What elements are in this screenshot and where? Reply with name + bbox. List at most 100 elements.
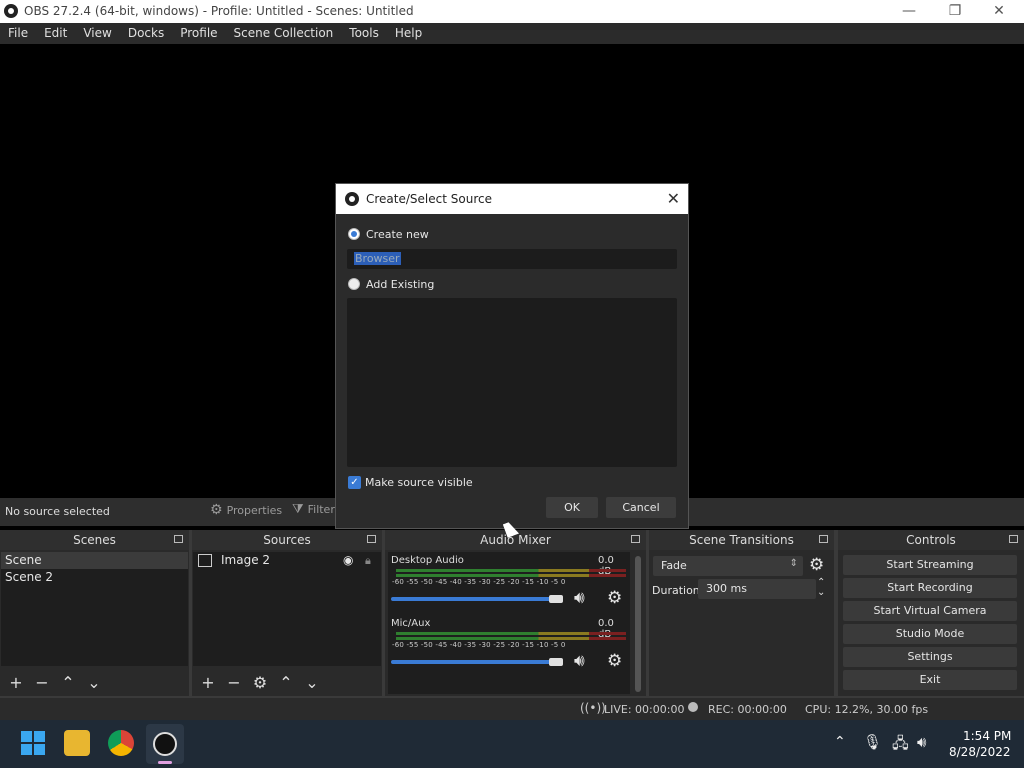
properties-label: Properties — [226, 503, 283, 517]
docks-area: Scenes Scene Scene 2 + − ⌃ ⌄ Sources Ima… — [0, 530, 1024, 698]
undock-icon[interactable] — [1009, 535, 1018, 543]
move-down-icon[interactable]: ⌄ — [84, 673, 104, 692]
filters-button[interactable]: ⧩ Filters — [292, 502, 341, 517]
gear-icon[interactable]: ⚙ — [809, 555, 824, 575]
speaker-icon[interactable]: 🔊︎ — [574, 651, 585, 671]
duration-spinbox[interactable]: 300 ms — [698, 579, 816, 599]
dialog-close-button[interactable]: ✕ — [667, 189, 680, 208]
volume-meter — [396, 569, 626, 572]
scene-item[interactable]: Scene 2 — [1, 569, 188, 586]
sources-title: Sources — [263, 533, 311, 547]
rec-status: REC: 00:00:00 — [708, 703, 787, 716]
move-up-icon[interactable]: ⌃ — [276, 673, 296, 692]
gear-icon[interactable]: ⚙ — [607, 651, 622, 671]
source-item[interactable]: Image 2 ◉ 🔒︎ — [193, 552, 381, 569]
window-titlebar: OBS 27.2.4 (64-bit, windows) - Profile: … — [0, 0, 1024, 23]
dialog-title: Create/Select Source — [366, 192, 492, 206]
menu-view[interactable]: View — [75, 23, 119, 44]
chevron-up-icon[interactable]: ⌃ — [834, 734, 846, 750]
clock-time[interactable]: 1:54 PM — [963, 729, 1011, 743]
transition-select[interactable]: Fade ⇕ — [653, 556, 803, 576]
scene-item[interactable]: Scene — [1, 552, 188, 569]
exit-button[interactable]: Exit — [843, 670, 1017, 690]
obs-logo-icon — [153, 732, 177, 756]
sources-toolbar: + − ⚙ ⌃ ⌄ — [192, 668, 382, 696]
microphone-icon[interactable]: 🎙︎ — [863, 733, 882, 751]
start-windows-icon[interactable] — [20, 730, 46, 756]
menu-file[interactable]: File — [0, 23, 36, 44]
undock-icon[interactable] — [174, 535, 183, 543]
scene-transitions-dock: Scene Transitions Fade ⇕ ⚙ Duration 300 … — [649, 530, 834, 696]
status-bar: ((•)) LIVE: 00:00:00 REC: 00:00:00 CPU: … — [0, 698, 1024, 720]
create-new-radio[interactable] — [348, 228, 360, 240]
move-down-icon[interactable]: ⌄ — [302, 673, 322, 692]
volume-meter — [396, 632, 626, 635]
make-visible-checkbox[interactable]: ✓ — [348, 476, 361, 489]
minimize-button[interactable]: — — [886, 0, 932, 23]
network-icon[interactable]: 🖧 — [892, 733, 909, 758]
create-new-label: Create new — [366, 228, 429, 241]
volume-icon[interactable]: 🔊︎ — [917, 733, 926, 751]
menubar: File Edit View Docks Profile Scene Colle… — [0, 23, 1024, 44]
gear-icon: ⚙ — [210, 502, 223, 518]
record-dot-icon — [688, 702, 698, 712]
add-icon[interactable]: + — [6, 673, 26, 692]
sources-list: Image 2 ◉ 🔒︎ — [193, 552, 381, 666]
dialog-titlebar: Create/Select Source ✕ — [336, 184, 688, 214]
volume-slider[interactable] — [391, 597, 557, 601]
image-icon — [198, 554, 212, 567]
create-select-source-dialog: Create/Select Source ✕ Create new Browse… — [335, 183, 689, 529]
existing-sources-list[interactable] — [347, 298, 677, 467]
menu-profile[interactable]: Profile — [172, 23, 225, 44]
mixer-panel: Desktop Audio 0.0 dB -60 -55 -50 -45 -40… — [388, 552, 641, 694]
make-visible-label: Make source visible — [365, 476, 473, 489]
meter-scale: -60 -55 -50 -45 -40 -35 -30 -25 -20 -15 … — [392, 641, 566, 649]
gear-icon[interactable]: ⚙ — [250, 673, 270, 692]
live-status: LIVE: 00:00:00 — [604, 703, 685, 716]
start-recording-button[interactable]: Start Recording — [843, 578, 1017, 598]
ok-button[interactable]: OK — [546, 497, 598, 518]
speaker-icon[interactable]: 🔊︎ — [574, 588, 585, 608]
chrome-icon[interactable] — [108, 730, 134, 756]
menu-scene-collection[interactable]: Scene Collection — [226, 23, 342, 44]
obs-logo-icon — [4, 4, 18, 18]
window-title: OBS 27.2.4 (64-bit, windows) - Profile: … — [24, 4, 414, 18]
menu-docks[interactable]: Docks — [120, 23, 172, 44]
properties-button[interactable]: ⚙ Properties — [210, 502, 282, 518]
close-button[interactable]: ✕ — [976, 0, 1022, 23]
remove-icon[interactable]: − — [32, 673, 52, 692]
add-existing-radio[interactable] — [348, 278, 360, 290]
undock-icon[interactable] — [631, 535, 640, 543]
restore-button[interactable]: ❐ — [932, 0, 978, 23]
meter-scale: -60 -55 -50 -45 -40 -35 -30 -25 -20 -15 … — [392, 578, 566, 586]
gear-icon[interactable]: ⚙ — [607, 588, 622, 608]
settings-button[interactable]: Settings — [843, 647, 1017, 667]
move-up-icon[interactable]: ⌃ — [58, 673, 78, 692]
lock-icon[interactable]: 🔒︎ — [365, 552, 371, 569]
obs-taskbar-button[interactable] — [146, 724, 184, 764]
sources-dock: Sources Image 2 ◉ 🔒︎ + − ⚙ ⌃ ⌄ — [192, 530, 382, 696]
volume-slider-thumb[interactable] — [548, 595, 563, 603]
clock-date[interactable]: 8/28/2022 — [949, 745, 1011, 759]
start-streaming-button[interactable]: Start Streaming — [843, 555, 1017, 575]
source-name-value: Browser — [354, 252, 401, 265]
studio-mode-button[interactable]: Studio Mode — [843, 624, 1017, 644]
add-icon[interactable]: + — [198, 673, 218, 692]
mixer-title: Audio Mixer — [480, 533, 551, 547]
undock-icon[interactable] — [367, 535, 376, 543]
spin-arrows-icon[interactable]: ⌃ ⌄ — [817, 578, 825, 598]
eye-icon[interactable]: ◉ — [343, 552, 353, 569]
file-explorer-icon[interactable] — [64, 730, 90, 756]
mixer-scrollbar[interactable] — [635, 556, 641, 692]
cancel-button[interactable]: Cancel — [606, 497, 676, 518]
start-virtual-camera-button[interactable]: Start Virtual Camera — [843, 601, 1017, 621]
volume-slider[interactable] — [391, 660, 557, 664]
source-name-input[interactable]: Browser — [347, 249, 677, 269]
scenes-title: Scenes — [73, 533, 116, 547]
volume-slider-thumb[interactable] — [548, 658, 563, 666]
undock-icon[interactable] — [819, 535, 828, 543]
remove-icon[interactable]: − — [224, 673, 244, 692]
menu-help[interactable]: Help — [387, 23, 430, 44]
menu-edit[interactable]: Edit — [36, 23, 75, 44]
menu-tools[interactable]: Tools — [341, 23, 387, 44]
